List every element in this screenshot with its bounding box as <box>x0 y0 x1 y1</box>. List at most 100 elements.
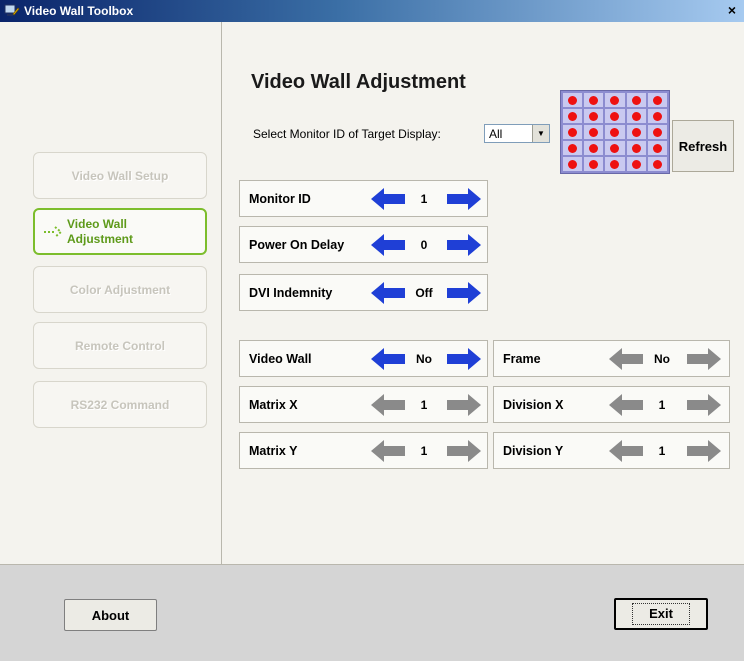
monitor-id-select[interactable]: All ▼ <box>484 124 550 143</box>
monitor-dot-icon <box>568 143 578 153</box>
setting-label: Division Y <box>503 443 564 458</box>
dotted-arrow-icon <box>44 225 63 238</box>
monitor-dot-icon <box>652 143 662 153</box>
sidebar-item-remote-control[interactable]: Remote Control <box>33 322 207 369</box>
arrow-right-icon[interactable] <box>445 346 483 372</box>
monitor-dot-icon <box>631 143 641 153</box>
exit-button-label: Exit <box>632 603 690 625</box>
monitor-dot-icon <box>652 159 662 169</box>
arrow-left-icon <box>609 440 643 462</box>
setting-value: No <box>416 351 432 366</box>
sidebar-item-video-wall-adjustment[interactable]: Video Wall Adjustment <box>33 208 207 255</box>
sidebar-item-video-wall-setup[interactable]: Video Wall Setup <box>33 152 207 199</box>
setting-value: No <box>654 351 670 366</box>
sidebar-item-label-line2: Adjustment <box>67 231 133 246</box>
monitor-cell[interactable] <box>647 109 667 123</box>
arrow-left-icon[interactable] <box>369 280 407 306</box>
monitor-dot-icon <box>589 95 599 105</box>
tiling-row-division-y: Division Y 1 <box>493 432 730 469</box>
monitor-cell[interactable] <box>626 157 646 171</box>
refresh-button[interactable]: Refresh <box>672 120 734 172</box>
monitor-cell[interactable] <box>647 125 667 139</box>
monitor-cell[interactable] <box>563 141 583 155</box>
monitor-cell[interactable] <box>605 93 625 107</box>
sidebar-item-rs232-command[interactable]: RS232 Command <box>33 381 207 428</box>
monitor-dot-icon <box>631 95 641 105</box>
monitor-cell[interactable] <box>605 125 625 139</box>
window-title: Video Wall Toolbox <box>24 4 134 18</box>
monitor-cell[interactable] <box>626 109 646 123</box>
setting-value: 1 <box>658 397 666 412</box>
arrow-left-icon[interactable] <box>369 346 407 372</box>
monitor-dot-icon <box>652 127 662 137</box>
arrow-right-icon[interactable] <box>445 280 483 306</box>
monitor-dot-icon <box>568 111 578 121</box>
setting-value: 1 <box>420 191 428 206</box>
arrow-right-icon <box>447 394 481 416</box>
setting-value: 1 <box>420 443 428 458</box>
monitor-cell[interactable] <box>647 157 667 171</box>
monitor-id-select-value: All <box>489 126 503 141</box>
monitor-dot-icon <box>610 111 620 121</box>
monitor-cell[interactable] <box>563 109 583 123</box>
monitor-cell[interactable] <box>605 157 625 171</box>
sidebar-item-label: Remote Control <box>75 338 165 353</box>
arrow-right-icon[interactable] <box>445 232 483 258</box>
monitor-cell[interactable] <box>584 93 604 107</box>
arrow-right-icon <box>687 394 721 416</box>
arrow-right-icon[interactable] <box>445 186 483 212</box>
monitor-dot-icon <box>610 127 620 137</box>
close-icon[interactable]: × <box>724 2 740 18</box>
monitor-dot-icon <box>568 95 578 105</box>
setting-value: 0 <box>420 237 428 252</box>
monitor-grid[interactable] <box>560 90 670 174</box>
setting-label: Video Wall <box>249 351 312 366</box>
title-bar: Video Wall Toolbox × <box>0 0 744 22</box>
monitor-cell[interactable] <box>584 157 604 171</box>
monitor-dot-icon <box>610 143 620 153</box>
setting-label: Power On Delay <box>249 237 345 252</box>
exit-button[interactable]: Exit <box>614 598 708 630</box>
monitor-cell[interactable] <box>584 125 604 139</box>
tiling-row-matrix-x: Matrix X 1 <box>239 386 488 423</box>
setting-label: DVI Indemnity <box>249 285 333 300</box>
monitor-cell[interactable] <box>563 125 583 139</box>
setting-label: Matrix X <box>249 397 298 412</box>
monitor-dot-icon <box>652 95 662 105</box>
monitor-dot-icon <box>589 111 599 121</box>
chevron-down-icon[interactable]: ▼ <box>532 125 549 142</box>
monitor-dot-icon <box>589 127 599 137</box>
monitor-cell[interactable] <box>626 141 646 155</box>
monitor-cell[interactable] <box>647 93 667 107</box>
arrow-right-icon <box>687 348 721 370</box>
arrow-left-icon <box>609 348 643 370</box>
monitor-dot-icon <box>610 95 620 105</box>
monitor-cell[interactable] <box>563 93 583 107</box>
setting-value: 1 <box>658 443 666 458</box>
sidebar-item-label-line1: Video Wall <box>67 216 128 231</box>
monitor-cell[interactable] <box>563 157 583 171</box>
monitor-cell[interactable] <box>647 141 667 155</box>
monitor-cell[interactable] <box>626 93 646 107</box>
arrow-left-icon[interactable] <box>369 232 407 258</box>
monitor-cell[interactable] <box>605 109 625 123</box>
setting-value: 1 <box>420 397 428 412</box>
about-button[interactable]: About <box>64 599 157 631</box>
sidebar-item-color-adjustment[interactable]: Color Adjustment <box>33 266 207 313</box>
arrow-right-icon <box>447 440 481 462</box>
setting-row-dvi-indemnity: DVI Indemnity Off <box>239 274 488 311</box>
monitor-cell[interactable] <box>605 141 625 155</box>
monitor-dot-icon <box>631 159 641 169</box>
monitor-cell[interactable] <box>584 109 604 123</box>
setting-label: Frame <box>503 351 541 366</box>
sidebar-item-label: RS232 Command <box>70 397 170 412</box>
arrow-left-icon <box>371 440 405 462</box>
monitor-dot-icon <box>631 111 641 121</box>
monitor-cell[interactable] <box>626 125 646 139</box>
footer-bar: About Exit <box>0 564 744 661</box>
arrow-left-icon[interactable] <box>369 186 407 212</box>
monitor-cell[interactable] <box>584 141 604 155</box>
tiling-row-video-wall: Video Wall No <box>239 340 488 377</box>
setting-row-power-on-delay: Power On Delay 0 <box>239 226 488 263</box>
setting-label: Monitor ID <box>249 191 311 206</box>
